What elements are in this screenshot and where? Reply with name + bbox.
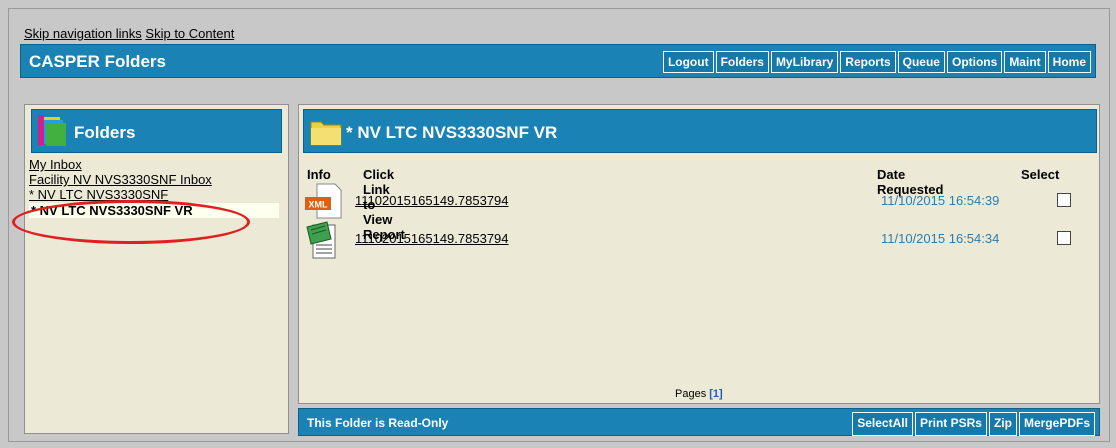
bottom-actions: SelectAll Print PSRs Zip MergePDFs xyxy=(852,412,1095,436)
sort-arrow-icon: ↓ xyxy=(877,167,882,178)
annotation-ellipse xyxy=(12,200,250,244)
table-row: XML 11102015165149.7853794 11/10/2015 16… xyxy=(303,183,1097,223)
queue-button[interactable]: Queue xyxy=(897,51,945,73)
print-psrs-button[interactable]: Print PSRs xyxy=(914,412,987,436)
report-link[interactable]: 11102015165149.7853794 xyxy=(355,193,509,208)
top-bar: CASPER Folders Logout Folders MyLibrary … xyxy=(20,44,1096,78)
report-link[interactable]: 11102015165149.7853794 xyxy=(355,231,509,246)
select-checkbox[interactable] xyxy=(1057,193,1071,207)
report-panel: * NV LTC NVS3330SNF VR Info ↓ Click Link … xyxy=(298,104,1100,404)
skip-to-content-link[interactable]: Skip to Content xyxy=(145,26,234,41)
logout-button[interactable]: Logout xyxy=(662,51,714,73)
folder-item-my-inbox[interactable]: My Inbox xyxy=(29,157,279,172)
folders-panel-header: Folders xyxy=(31,109,282,153)
merge-pdfs-button[interactable]: MergePDFs xyxy=(1018,412,1095,436)
maint-button[interactable]: Maint xyxy=(1004,51,1046,73)
read-only-message: This Folder is Read-Only xyxy=(307,416,449,430)
report-panel-title: * NV LTC NVS3330SNF VR xyxy=(346,123,558,142)
reports-button[interactable]: Reports xyxy=(840,51,896,73)
folder-icon xyxy=(310,121,342,146)
skip-links: Skip navigation links Skip to Content xyxy=(24,26,234,41)
folders-panel: Folders My Inbox Facility NV NVS3330SNF … xyxy=(24,104,289,434)
folders-panel-title: Folders xyxy=(74,123,136,142)
date-requested: 11/10/2015 16:54:39 xyxy=(881,193,1000,208)
mylibrary-button[interactable]: MyLibrary xyxy=(770,51,839,73)
bottom-bar: This Folder is Read-Only SelectAll Print… xyxy=(298,408,1100,436)
xml-file-icon[interactable]: XML xyxy=(305,183,343,219)
select-checkbox[interactable] xyxy=(1057,231,1071,245)
sort-arrow-icon: ↓ xyxy=(1021,167,1026,178)
svg-text:XML: XML xyxy=(309,200,329,210)
folder-item-facility-inbox[interactable]: Facility NV NVS3330SNF Inbox xyxy=(29,172,279,187)
sort-arrow-icon: ↓ xyxy=(363,167,368,178)
folders-stack-icon xyxy=(38,115,66,146)
pages-label: Pages xyxy=(675,388,707,400)
select-all-button[interactable]: SelectAll xyxy=(852,412,913,436)
pagination: Pages [1] xyxy=(675,388,723,400)
folders-button[interactable]: Folders xyxy=(715,51,769,73)
home-button[interactable]: Home xyxy=(1047,51,1091,73)
options-button[interactable]: Options xyxy=(946,51,1003,73)
zip-button[interactable]: Zip xyxy=(988,412,1017,436)
table-row: 11102015165149.7853794 11/10/2015 16:54:… xyxy=(303,221,1097,261)
app-title: CASPER Folders xyxy=(29,52,166,71)
column-headers: Info ↓ Click Link to View Report ↓ Date Re… xyxy=(307,167,1060,242)
skip-navigation-link[interactable]: Skip navigation links xyxy=(24,26,142,41)
notepad-file-icon[interactable] xyxy=(305,221,339,259)
sort-arrow-icon: ↓ xyxy=(307,167,312,178)
top-nav: Logout Folders MyLibrary Reports Queue O… xyxy=(662,51,1091,73)
page-link-1[interactable]: [1] xyxy=(709,388,722,400)
date-requested: 11/10/2015 16:54:34 xyxy=(881,231,1000,246)
report-panel-header: * NV LTC NVS3330SNF VR xyxy=(303,109,1097,153)
